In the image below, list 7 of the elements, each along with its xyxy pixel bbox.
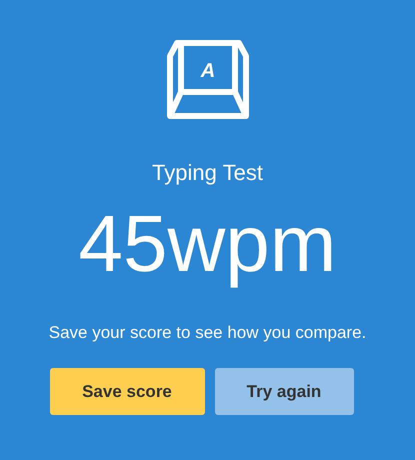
keyboard-key-icon bbox=[166, 40, 248, 119]
score-value: 45wpm bbox=[78, 202, 336, 286]
save-button[interactable]: Save score bbox=[50, 368, 204, 415]
retry-button[interactable]: Try again bbox=[214, 368, 354, 415]
key-letter: A bbox=[200, 60, 215, 82]
test-title: Typing Test bbox=[152, 160, 263, 186]
save-prompt: Save your score to see how you compare. bbox=[48, 322, 366, 344]
